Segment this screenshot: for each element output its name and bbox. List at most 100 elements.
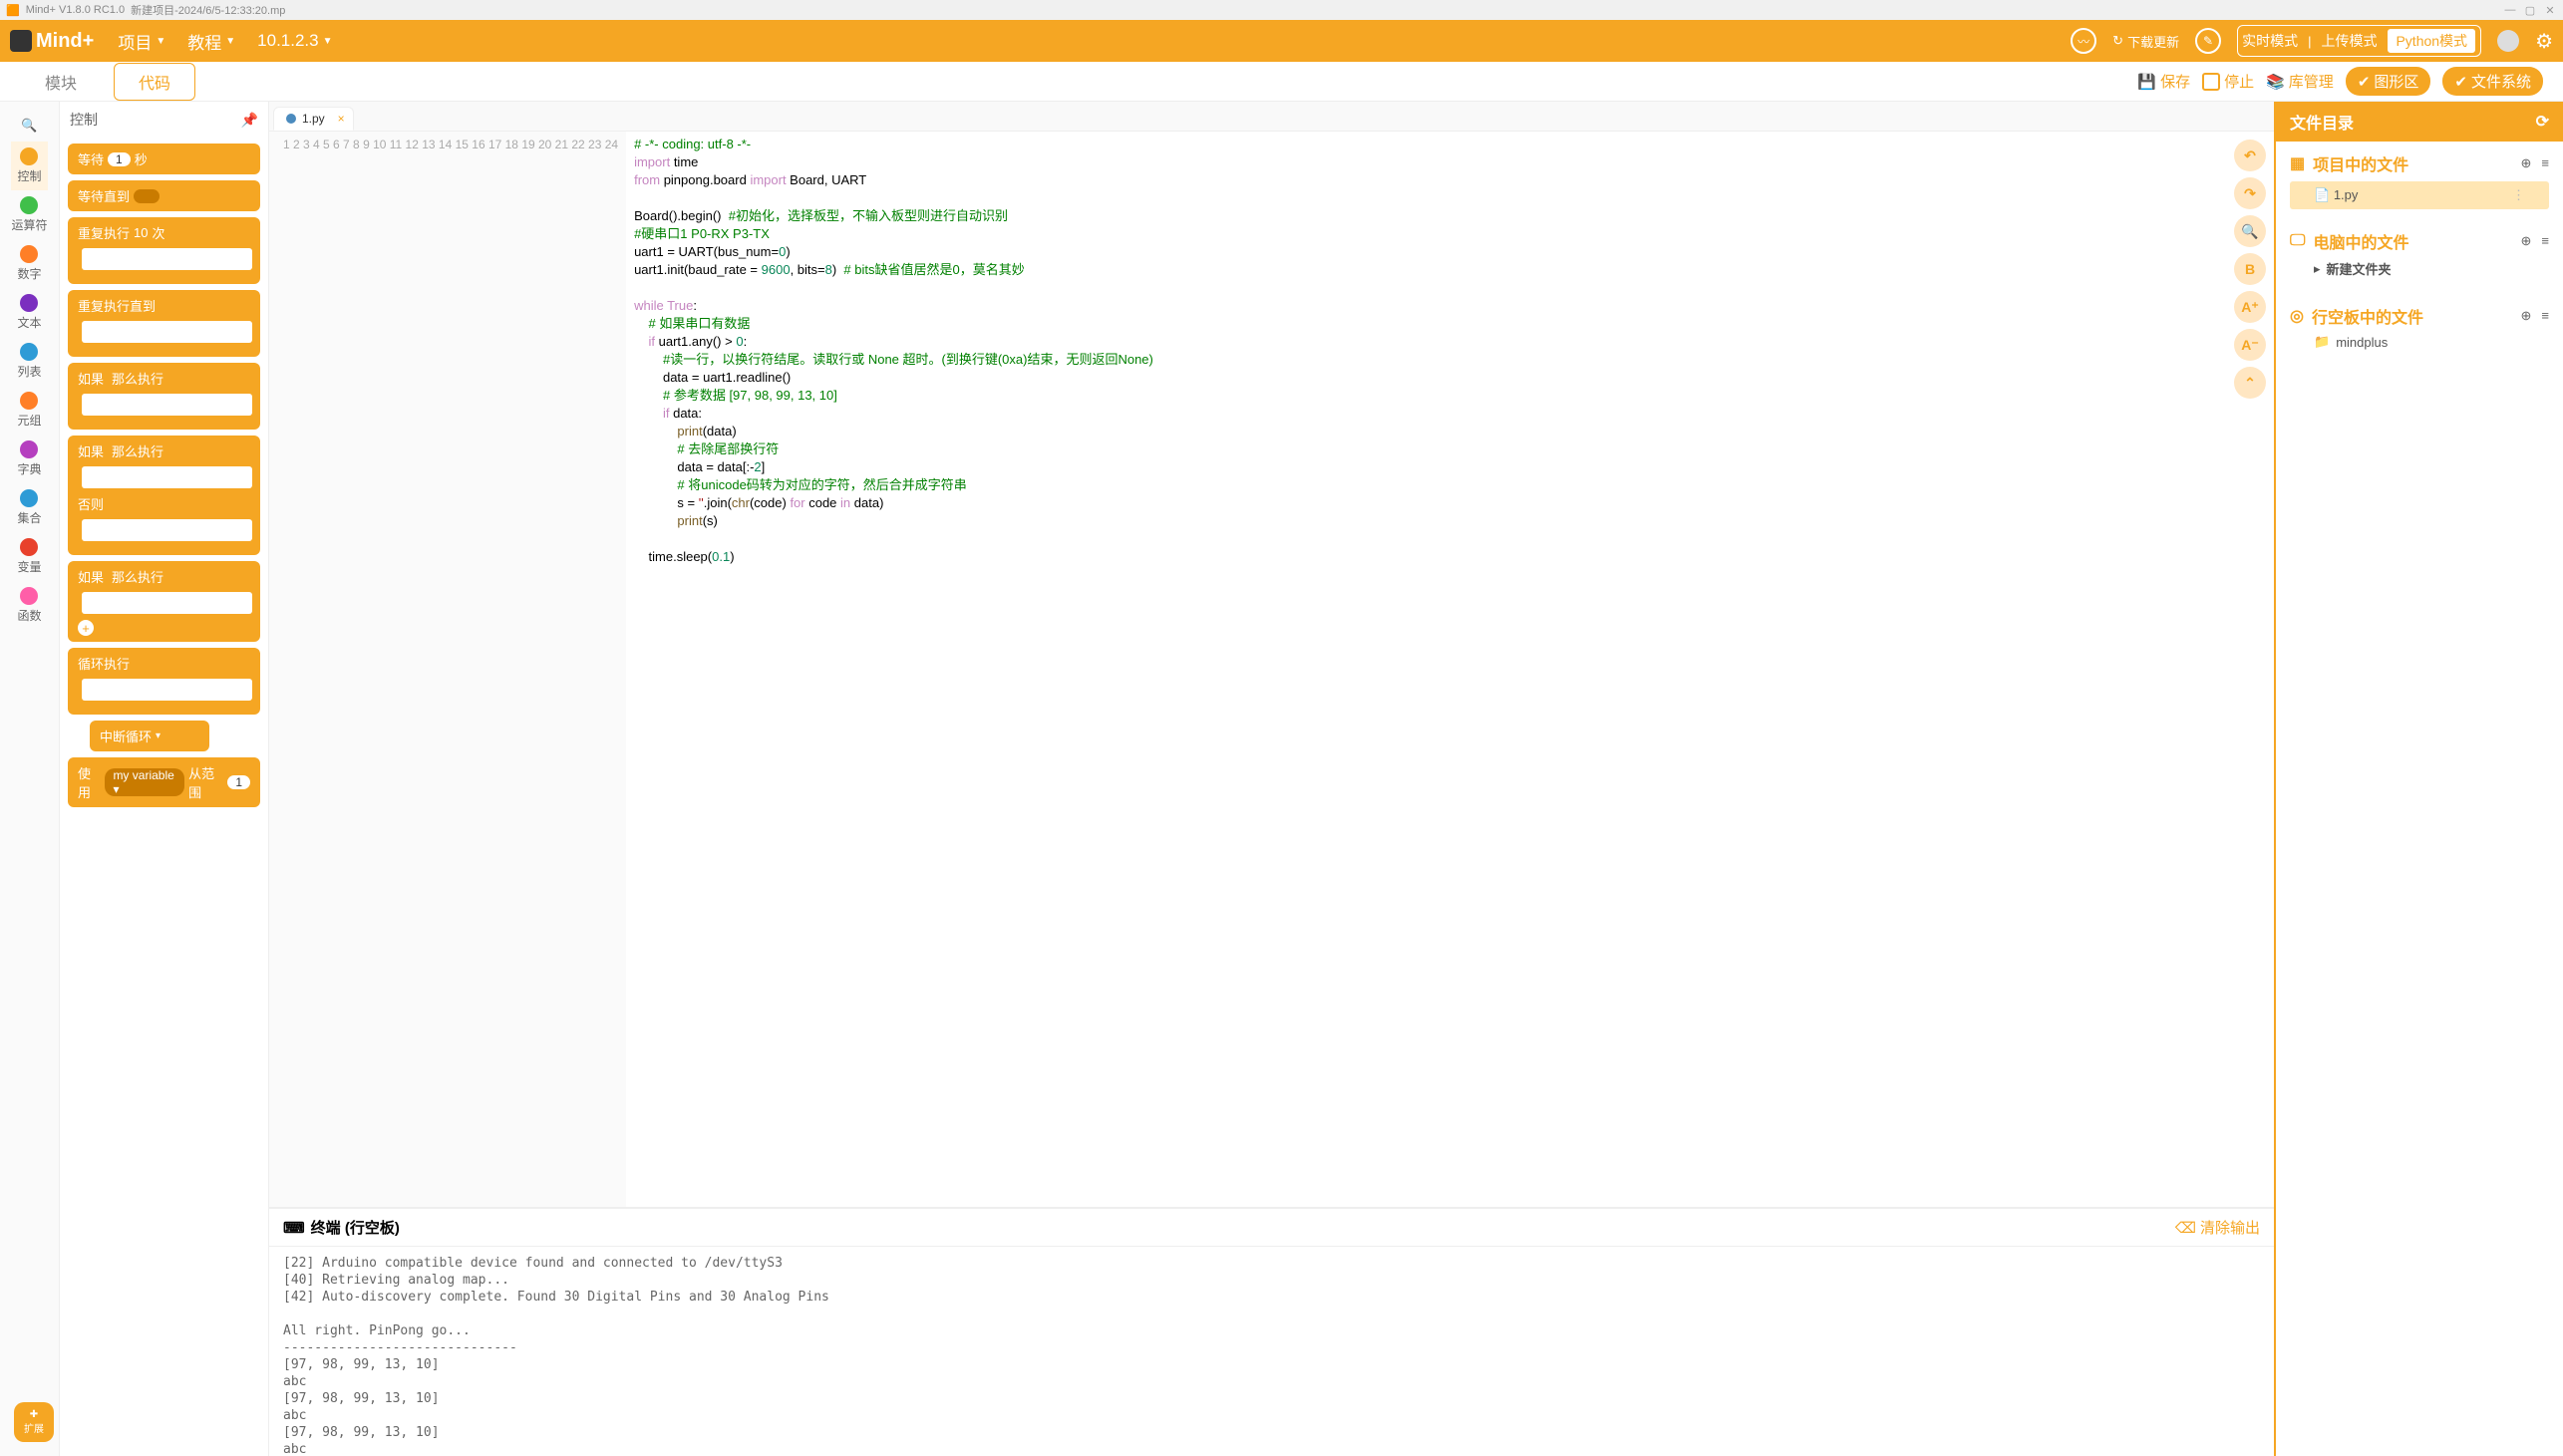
menu-tutorial[interactable]: 教程▼ xyxy=(187,29,235,54)
mode-python[interactable]: Python模式 xyxy=(2387,28,2476,54)
new-file-icon[interactable]: ⊕ xyxy=(2521,233,2532,249)
editor-tool-1[interactable]: ↷ xyxy=(2234,177,2266,209)
editor-tool-3[interactable]: B xyxy=(2234,253,2266,285)
computer-icon: 🖵 xyxy=(2290,232,2305,250)
category-dot-icon xyxy=(20,196,38,214)
folder-icon: 📁 xyxy=(2314,334,2330,350)
clear-output-button[interactable]: ⌫清除输出 xyxy=(2175,1217,2260,1238)
folder-item[interactable]: ▸新建文件夹 xyxy=(2290,253,2549,284)
editor-tool-4[interactable]: A⁺ xyxy=(2234,291,2266,323)
menu-icon[interactable]: ≡ xyxy=(2541,155,2549,171)
logo-icon xyxy=(10,30,32,52)
editor-tab[interactable]: 1.py× xyxy=(273,107,354,131)
close-tab-icon[interactable]: × xyxy=(338,112,345,126)
refresh-icon: ↻ xyxy=(2112,33,2123,49)
top-toolbar: Mind+ 项目▼ 教程▼ 10.1.2.3▼ 〰 ↻下载更新 ✎ 实时模式 |… xyxy=(0,20,2563,62)
window-titlebar: 🟧 Mind+ V1.8.0 RC1.0 新建项目-2024/6/5-12:33… xyxy=(0,0,2563,20)
category-dot-icon xyxy=(20,343,38,361)
editor-tool-0[interactable]: ↶ xyxy=(2234,140,2266,171)
logo: Mind+ xyxy=(10,30,94,53)
editor-tool-2[interactable]: 🔍 xyxy=(2234,215,2266,247)
stop-icon xyxy=(2202,73,2220,91)
blocks-palette: 控制 📌 等待1秒 等待直到 重复执行10次 重复执行直到 如果那么执行 如果那么… xyxy=(60,102,269,1456)
category-dot-icon xyxy=(20,489,38,507)
code-editor[interactable]: 1 2 3 4 5 6 7 8 9 10 11 12 13 14 15 16 1… xyxy=(269,132,2274,1207)
category-dot-icon xyxy=(20,147,38,165)
blocks-header: 控制 xyxy=(70,110,98,130)
editor-tool-5[interactable]: A⁻ xyxy=(2234,329,2266,361)
block-break[interactable]: 中断循环▾ xyxy=(90,721,209,751)
terminal-output[interactable]: [22] Arduino compatible device found and… xyxy=(269,1247,2274,1456)
secondary-toolbar: 模块 代码 💾保存 停止 📚库管理 ✔图形区 ✔文件系统 xyxy=(0,62,2563,102)
category-字典[interactable]: 字典 xyxy=(11,435,47,483)
section-project-files[interactable]: 项目中的文件 xyxy=(2313,151,2408,175)
more-icon[interactable]: ⋮ xyxy=(2512,187,2525,203)
close-icon[interactable]: ✕ xyxy=(2543,4,2557,17)
mode-realtime[interactable]: 实时模式 xyxy=(2242,31,2298,51)
chart-icon[interactable]: 〰 xyxy=(2071,28,2096,54)
folder-item[interactable]: 📁mindplus xyxy=(2290,328,2549,356)
block-wait-until[interactable]: 等待直到 xyxy=(68,180,260,211)
category-运算符[interactable]: 运算符 xyxy=(11,190,47,239)
block-loop[interactable]: 循环执行 xyxy=(68,648,260,715)
mode-upload[interactable]: 上传模式 xyxy=(2321,31,2377,51)
terminal-icon: ⌨ xyxy=(283,1219,305,1237)
menu-project[interactable]: 项目▼ xyxy=(118,29,165,54)
refresh-icon[interactable]: ⟳ xyxy=(2536,112,2549,132)
block-repeat[interactable]: 重复执行10次 xyxy=(68,217,260,284)
category-函数[interactable]: 函数 xyxy=(11,581,47,630)
tab-blocks[interactable]: 模块 xyxy=(20,63,102,101)
menu-icon[interactable]: ≡ xyxy=(2541,233,2549,249)
pin-icon[interactable]: 📌 xyxy=(241,112,258,129)
file-panel-title: 文件目录 xyxy=(2290,110,2354,134)
save-button[interactable]: 💾保存 xyxy=(2137,71,2190,92)
maximize-icon[interactable]: ▢ xyxy=(2523,4,2537,17)
menu-icon[interactable]: ≡ xyxy=(2541,308,2549,324)
category-dot-icon xyxy=(20,440,38,458)
category-文本[interactable]: 文本 xyxy=(11,288,47,337)
edit-icon[interactable]: ✎ xyxy=(2195,28,2221,54)
block-if-else[interactable]: 如果那么执行 否则 xyxy=(68,436,260,555)
section-board-files[interactable]: 行空板中的文件 xyxy=(2312,304,2423,328)
category-数字[interactable]: 数字 xyxy=(11,239,47,288)
folder-icon: ▦ xyxy=(2290,153,2305,173)
gear-icon[interactable]: ⚙ xyxy=(2535,29,2553,54)
tab-code[interactable]: 代码 xyxy=(114,63,195,101)
file-item[interactable]: 📄 1.py⋮ xyxy=(2290,181,2549,209)
block-repeat-until[interactable]: 重复执行直到 xyxy=(68,290,260,357)
category-dot-icon xyxy=(20,587,38,605)
block-if[interactable]: 如果那么执行 xyxy=(68,363,260,430)
file-title: 新建项目-2024/6/5-12:33:20.mp xyxy=(131,2,285,18)
file-panel: 文件目录 ⟳ ▦ 项目中的文件 ⊕ ≡ 📄 1.py⋮ 🖵 电脑中的文件 ⊕ ≡ ▸新建文… xyxy=(2274,102,2563,1456)
section-computer-files[interactable]: 电脑中的文件 xyxy=(2313,229,2408,253)
menu-version[interactable]: 10.1.2.3▼ xyxy=(257,31,332,51)
category-控制[interactable]: 控制 xyxy=(11,142,47,190)
library-button[interactable]: 📚库管理 xyxy=(2266,71,2334,92)
category-元组[interactable]: 元组 xyxy=(11,386,47,435)
file-icon: 📄 xyxy=(2314,187,2330,202)
block-wait[interactable]: 等待1秒 xyxy=(68,144,260,174)
category-sidebar: 🔍 控制运算符数字文本列表元组字典集合变量函数 xyxy=(0,102,60,1456)
chevron-down-icon: ▼ xyxy=(323,36,333,47)
avatar[interactable] xyxy=(2497,30,2519,52)
category-dot-icon xyxy=(20,538,38,556)
block-use-var[interactable]: 使用my variable ▾从范围1 xyxy=(68,757,260,807)
editor-tool-6[interactable]: ⌃ xyxy=(2234,367,2266,399)
new-file-icon[interactable]: ⊕ xyxy=(2521,155,2532,171)
category-列表[interactable]: 列表 xyxy=(11,337,47,386)
category-变量[interactable]: 变量 xyxy=(11,532,47,581)
new-file-icon[interactable]: ⊕ xyxy=(2521,308,2532,324)
category-dot-icon xyxy=(20,245,38,263)
chevron-down-icon: ▼ xyxy=(225,36,235,47)
block-if-2[interactable]: 如果那么执行 + xyxy=(68,561,260,642)
graph-area-button[interactable]: ✔图形区 xyxy=(2346,67,2431,96)
extension-button[interactable]: ✚扩展 xyxy=(14,1402,54,1442)
python-icon xyxy=(286,114,296,124)
stop-button[interactable]: 停止 xyxy=(2202,71,2254,92)
mode-switch: 实时模式 | 上传模式 Python模式 xyxy=(2237,25,2481,57)
minimize-icon[interactable]: — xyxy=(2503,4,2517,16)
category-集合[interactable]: 集合 xyxy=(11,483,47,532)
file-system-button[interactable]: ✔文件系统 xyxy=(2442,67,2543,96)
search-icon[interactable]: 🔍 xyxy=(21,112,37,140)
download-update[interactable]: ↻下载更新 xyxy=(2112,32,2179,51)
